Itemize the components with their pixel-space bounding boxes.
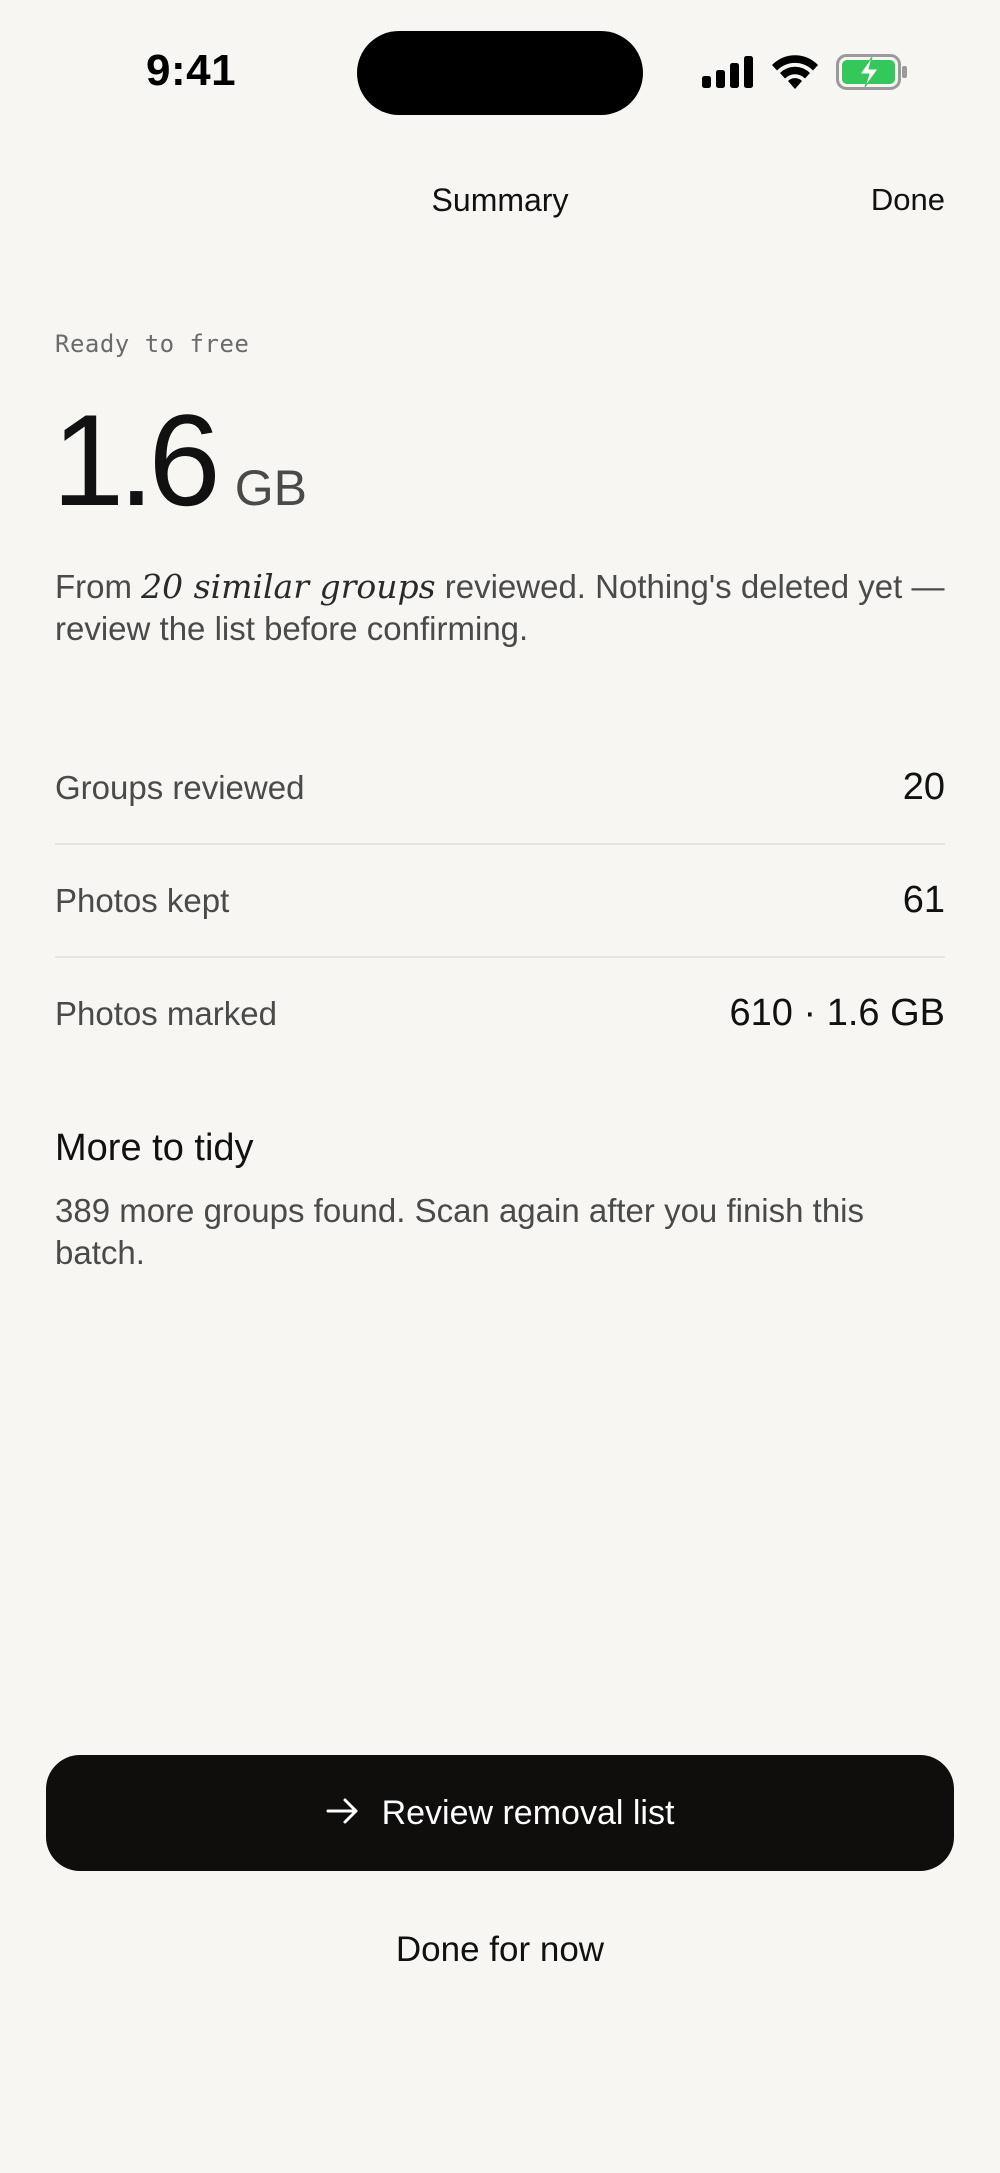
description-prefix: From	[55, 568, 142, 605]
summary-description: From 20 similar groups reviewed. Nothing…	[55, 566, 955, 650]
navigation-bar: Summary Done	[0, 170, 1000, 230]
storage-amount: 1.6 GB	[52, 395, 307, 525]
stat-row-groups-reviewed: Groups reviewed 20	[55, 732, 945, 845]
page-title: Summary	[431, 182, 569, 218]
review-removal-list-button[interactable]: Review removal list	[46, 1755, 954, 1871]
wifi-icon	[772, 55, 818, 94]
stat-label: Groups reviewed	[55, 768, 305, 806]
stat-value: 610 · 1.6 GB	[729, 992, 945, 1034]
stat-value: 61	[902, 879, 945, 921]
review-removal-list-label: Review removal list	[381, 1793, 675, 1832]
stat-label: Photos marked	[55, 994, 277, 1032]
arrow-right-icon	[326, 1797, 360, 1830]
storage-amount-number: 1.6	[52, 387, 221, 533]
more-to-tidy-description: 389 more groups found. Scan again after …	[55, 1192, 864, 1271]
storage-amount-unit: GB	[234, 460, 307, 516]
description-emphasis: 20 similar groups	[141, 567, 436, 606]
stats-list: Groups reviewed 20 Photos kept 61 Photos…	[55, 732, 945, 1069]
status-time: 9:41	[146, 46, 237, 95]
stat-label: Photos kept	[55, 881, 230, 919]
cellular-signal-icon	[702, 56, 754, 93]
done-for-now-button[interactable]: Done for now	[0, 1930, 1000, 1970]
status-bar: 9:41	[0, 0, 1000, 150]
more-to-tidy-heading: More to tidy	[55, 1127, 254, 1169]
ready-to-free-label: Ready to free	[55, 330, 250, 358]
status-icons	[702, 54, 908, 95]
done-button[interactable]: Done	[871, 182, 945, 218]
battery-charging-icon	[836, 54, 908, 95]
stat-value: 20	[902, 766, 945, 808]
stat-row-photos-kept: Photos kept 61	[55, 845, 945, 958]
dynamic-island	[357, 31, 643, 115]
stat-row-photos-marked: Photos marked 610 · 1.6 GB	[55, 958, 945, 1069]
